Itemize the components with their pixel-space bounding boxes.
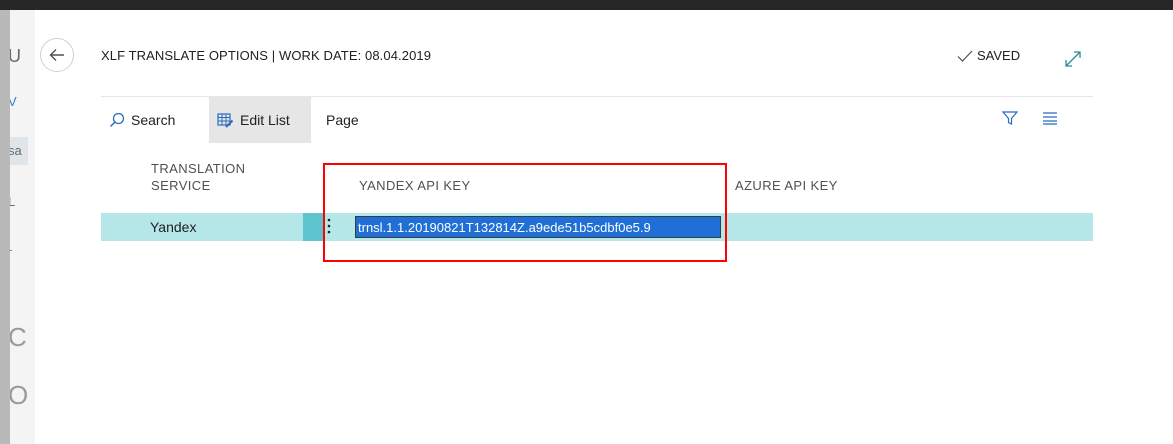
background-page-peek: U V sa L - C O: [10, 10, 35, 444]
page-title: XLF TRANSLATE OPTIONS | WORK DATE: 08.04…: [101, 48, 432, 63]
column-header-translation-service[interactable]: TRANSLATION SERVICE: [151, 160, 291, 194]
background-text: L: [10, 194, 16, 209]
arrow-left-icon: [49, 49, 64, 61]
page-menu-label: Page: [326, 112, 359, 128]
edit-list-button[interactable]: Edit List: [209, 97, 311, 143]
back-button[interactable]: [40, 38, 74, 72]
filter-icon[interactable]: [1002, 110, 1018, 126]
search-label: Search: [131, 112, 176, 128]
background-text: C: [10, 322, 27, 352]
edit-list-icon: [217, 112, 234, 128]
page-menu-button[interactable]: Page: [326, 97, 359, 143]
saved-label: SAVED: [977, 48, 1021, 63]
expand-icon[interactable]: [1064, 50, 1082, 68]
left-scroll-strip: [0, 10, 10, 444]
background-text: U: [10, 46, 21, 66]
top-dark-bar: [0, 0, 1173, 10]
action-bar: Search Edit List Page: [101, 97, 1093, 145]
saved-status: SAVED: [957, 48, 1020, 63]
cell-translation-service[interactable]: Yandex: [150, 219, 196, 235]
search-button[interactable]: Search: [109, 97, 175, 143]
list-view-icon[interactable]: [1042, 111, 1058, 125]
checkmark-icon: [957, 50, 973, 62]
row-selector[interactable]: [303, 213, 325, 241]
background-text: V: [10, 94, 17, 109]
background-text: -: [10, 242, 12, 257]
annotation-highlight-box: [323, 163, 727, 262]
edit-list-label: Edit List: [240, 112, 290, 128]
search-icon: [109, 112, 125, 128]
background-text: sa: [10, 143, 22, 158]
background-text: O: [10, 380, 29, 410]
column-header-azure-api-key[interactable]: AZURE API KEY: [735, 177, 838, 194]
